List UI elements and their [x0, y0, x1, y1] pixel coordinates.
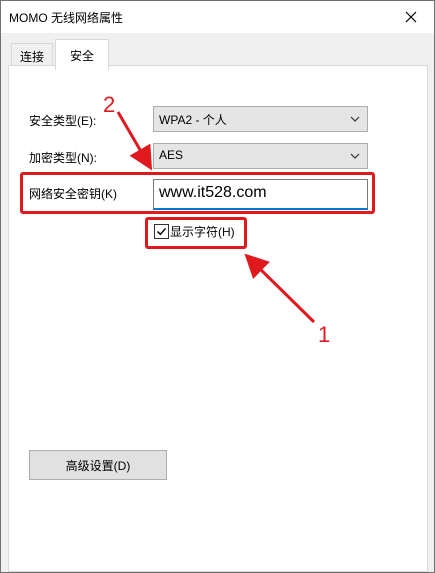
- security-type-label: 安全类型(E):: [29, 114, 97, 128]
- window-title: MOMO 无线网络属性: [9, 11, 123, 25]
- title-bar: MOMO 无线网络属性: [1, 1, 434, 33]
- advanced-settings-label: 高级设置(D): [65, 458, 131, 473]
- security-type-select[interactable]: WPA2 - 个人: [153, 106, 368, 132]
- close-icon: [405, 11, 417, 23]
- security-type-value: WPA2 - 个人: [159, 113, 227, 127]
- chevron-down-icon: [350, 153, 360, 159]
- encryption-type-value: AES: [159, 148, 184, 162]
- security-panel: [8, 65, 428, 572]
- tab-security-label: 安全: [69, 48, 94, 63]
- encryption-type-label: 加密类型(N):: [29, 151, 97, 165]
- annotation-number-1: 1: [318, 322, 331, 347]
- key-highlight-box: [20, 172, 375, 214]
- encryption-type-select[interactable]: AES: [153, 143, 368, 169]
- checkbox-highlight-box: [145, 217, 247, 249]
- tab-connection-label: 连接: [19, 49, 44, 64]
- tab-strip: 连接 安全: [1, 33, 434, 70]
- tab-security[interactable]: 安全: [55, 39, 109, 70]
- chevron-down-icon: [350, 116, 360, 122]
- annotation-number-2: 2: [103, 92, 116, 117]
- close-button[interactable]: [388, 1, 434, 33]
- advanced-settings-button[interactable]: 高级设置(D): [29, 450, 167, 480]
